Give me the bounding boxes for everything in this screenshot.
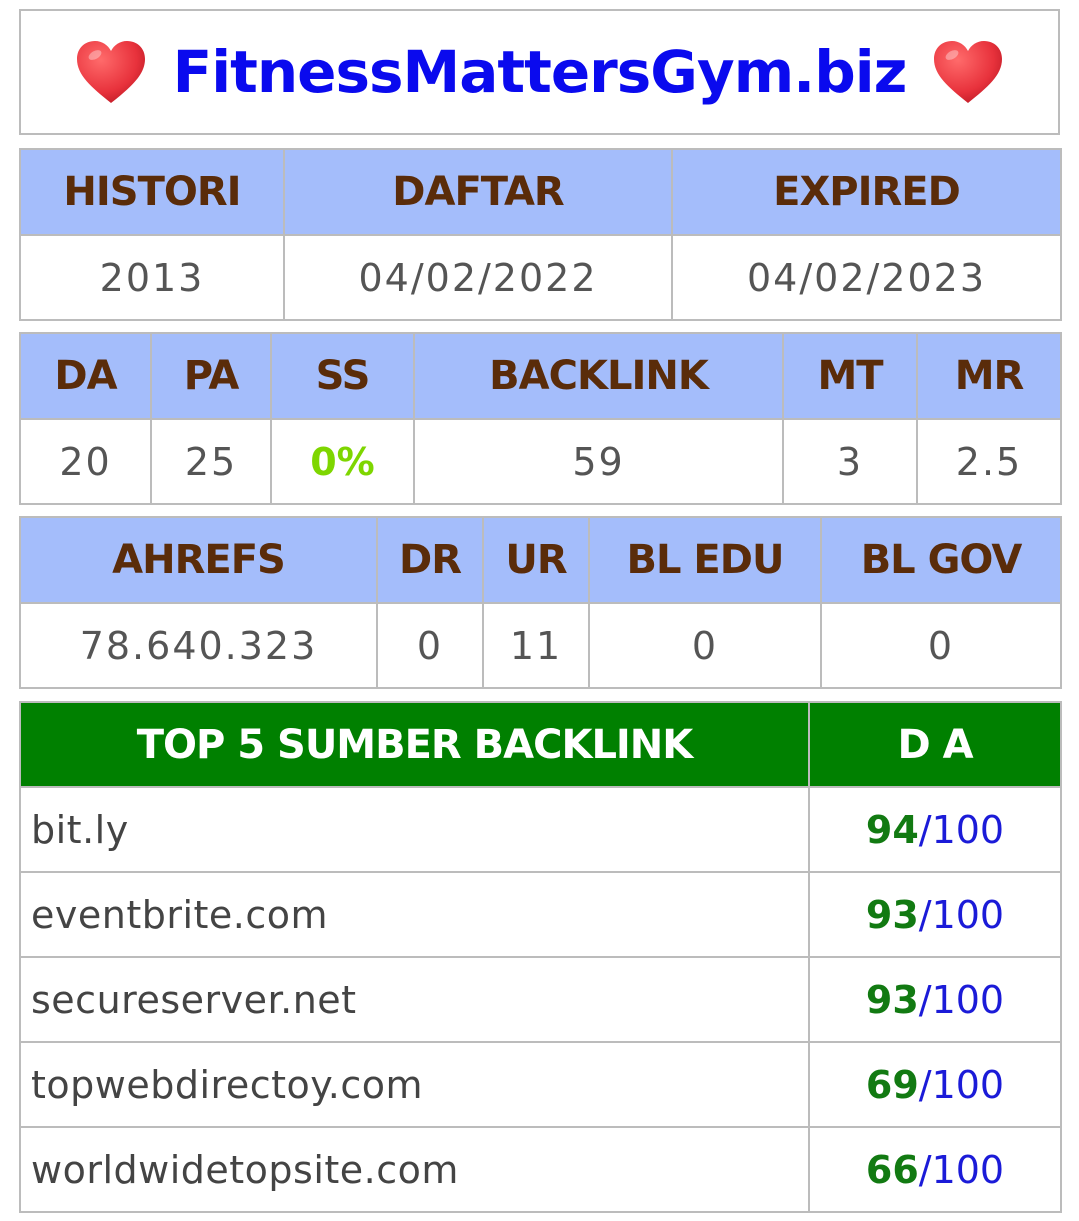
value-dr: 0 <box>376 602 484 689</box>
header-histori: HISTORI <box>19 148 285 236</box>
value-da: 20 <box>19 418 152 505</box>
header-dr: DR <box>376 516 484 604</box>
da-max: 100 <box>931 977 1005 1022</box>
table-row: bit.ly 94/100 <box>19 786 1062 873</box>
header-bl-edu: BL EDU <box>588 516 822 604</box>
header-top5-da: D A <box>808 701 1062 788</box>
value-daftar: 04/02/2022 <box>283 234 673 321</box>
header-da: DA <box>19 332 152 420</box>
table-header-row: TOP 5 SUMBER BACKLINK D A <box>19 701 1062 788</box>
header-ss: SS <box>270 332 415 420</box>
da-score: 69 <box>865 1062 919 1107</box>
da-score: 93 <box>865 977 919 1022</box>
value-backlink: 59 <box>413 418 784 505</box>
top5-backlink-table: TOP 5 SUMBER BACKLINK D A bit.ly 94/100 … <box>19 701 1062 1213</box>
backlink-site[interactable]: secureserver.net <box>19 956 810 1043</box>
backlink-da: 93/100 <box>808 871 1062 958</box>
backlink-da: 66/100 <box>808 1126 1062 1213</box>
da-slash: / <box>918 977 932 1022</box>
title-banner: FitnessMattersGym.biz <box>19 9 1060 135</box>
page-title[interactable]: FitnessMattersGym.biz <box>173 38 908 106</box>
da-slash: / <box>918 1147 932 1192</box>
value-expired: 04/02/2023 <box>671 234 1062 321</box>
ahrefs-table: AHREFS DR UR BL EDU BL GOV 78.640.323 0 … <box>19 516 1062 689</box>
table-row: secureserver.net 93/100 <box>19 956 1062 1043</box>
value-ahrefs: 78.640.323 <box>19 602 378 689</box>
value-mt: 3 <box>782 418 918 505</box>
table-row: eventbrite.com 93/100 <box>19 871 1062 958</box>
da-max: 100 <box>931 807 1005 852</box>
metrics-table: DA PA SS BACKLINK MT MR 20 25 0% 59 3 2.… <box>19 332 1062 505</box>
da-max: 100 <box>931 1062 1005 1107</box>
da-score: 66 <box>865 1147 919 1192</box>
backlink-da: 93/100 <box>808 956 1062 1043</box>
table-header-row: DA PA SS BACKLINK MT MR <box>19 332 1062 420</box>
backlink-da: 94/100 <box>808 786 1062 873</box>
da-slash: / <box>918 892 932 937</box>
table-row: topwebdirectoy.com 69/100 <box>19 1041 1062 1128</box>
value-bl-edu: 0 <box>588 602 822 689</box>
da-slash: / <box>918 1062 932 1107</box>
table-header-row: AHREFS DR UR BL EDU BL GOV <box>19 516 1062 604</box>
heart-icon <box>934 41 1003 103</box>
da-max: 100 <box>931 892 1005 937</box>
table-row: 78.640.323 0 11 0 0 <box>19 602 1062 689</box>
da-score: 93 <box>865 892 919 937</box>
header-top5-sources: TOP 5 SUMBER BACKLINK <box>19 701 810 788</box>
header-daftar: DAFTAR <box>283 148 673 236</box>
value-pa: 25 <box>150 418 272 505</box>
backlink-site[interactable]: bit.ly <box>19 786 810 873</box>
history-table: HISTORI DAFTAR EXPIRED 2013 04/02/2022 0… <box>19 148 1062 321</box>
value-histori: 2013 <box>19 234 285 321</box>
table-row: 2013 04/02/2022 04/02/2023 <box>19 234 1062 321</box>
value-mr: 2.5 <box>916 418 1062 505</box>
header-backlink: BACKLINK <box>413 332 784 420</box>
header-ahrefs: AHREFS <box>19 516 378 604</box>
value-ss: 0% <box>270 418 415 505</box>
header-pa: PA <box>150 332 272 420</box>
header-mt: MT <box>782 332 918 420</box>
backlink-site[interactable]: topwebdirectoy.com <box>19 1041 810 1128</box>
header-bl-gov: BL GOV <box>820 516 1062 604</box>
value-ur: 11 <box>482 602 590 689</box>
table-header-row: HISTORI DAFTAR EXPIRED <box>19 148 1062 236</box>
backlink-site[interactable]: eventbrite.com <box>19 871 810 958</box>
table-row: 20 25 0% 59 3 2.5 <box>19 418 1062 505</box>
value-bl-gov: 0 <box>820 602 1062 689</box>
header-mr: MR <box>916 332 1062 420</box>
header-expired: EXPIRED <box>671 148 1062 236</box>
heart-icon <box>76 41 145 103</box>
da-max: 100 <box>931 1147 1005 1192</box>
backlink-da: 69/100 <box>808 1041 1062 1128</box>
backlink-site[interactable]: worldwidetopsite.com <box>19 1126 810 1213</box>
table-row: worldwidetopsite.com 66/100 <box>19 1126 1062 1213</box>
da-slash: / <box>918 807 932 852</box>
da-score: 94 <box>865 807 919 852</box>
header-ur: UR <box>482 516 590 604</box>
